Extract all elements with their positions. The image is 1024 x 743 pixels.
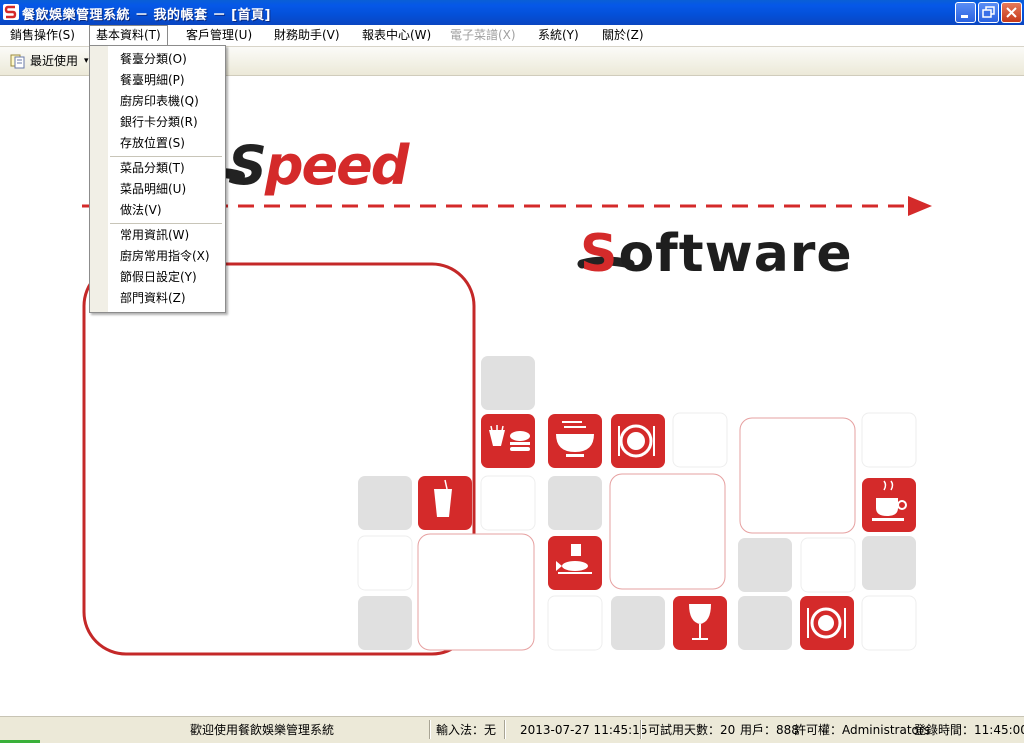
brand-speed: Speed	[228, 134, 410, 197]
restore-button[interactable]	[978, 2, 999, 23]
menu-item-department[interactable]: 部門資料(Z)	[120, 288, 186, 308]
title-bar: 餐飲娛樂管理系統 － 我的帳套 － [首頁]	[0, 0, 1024, 25]
status-permission: 許可權：Administrators	[794, 723, 931, 737]
status-trial-days: 可試用天數：20	[648, 723, 736, 737]
menu-sales[interactable]: 銷售操作(S)	[4, 25, 81, 45]
menu-system[interactable]: 系統(Y)	[532, 25, 585, 45]
menu-finance[interactable]: 財務助手(V)	[268, 25, 346, 45]
menu-item-table-detail[interactable]: 餐臺明細(P)	[120, 70, 185, 90]
menu-item-bank-card-category[interactable]: 銀行卡分類(R)	[120, 112, 198, 132]
minimize-button[interactable]	[955, 2, 976, 23]
brand-software: Software	[580, 224, 853, 284]
menu-item-table-category[interactable]: 餐臺分類(O)	[120, 49, 187, 69]
menu-reports[interactable]: 報表中心(W)	[356, 25, 437, 45]
status-ime: 輸入法：无	[436, 723, 497, 737]
menu-item-dish-detail[interactable]: 菜品明細(U)	[120, 179, 186, 199]
close-button[interactable]	[1001, 2, 1022, 23]
status-user: 用戶：888	[740, 723, 799, 737]
recent-documents-icon	[10, 54, 25, 69]
menu-separator	[110, 156, 222, 157]
menu-item-kitchen-commands[interactable]: 廚房常用指令(X)	[120, 246, 210, 266]
status-divider	[504, 720, 506, 739]
brand-software-s: S	[580, 224, 619, 284]
brand-speed-s: S	[228, 134, 267, 197]
chevron-down-icon[interactable]: ▾	[84, 52, 89, 70]
dropdown-gutter	[90, 46, 108, 312]
menu-item-kitchen-printer[interactable]: 廚房印表機(Q)	[120, 91, 199, 111]
status-welcome: 歡迎使用餐飲娛樂管理系統	[190, 723, 335, 737]
menu-item-common-info[interactable]: 常用資訊(W)	[120, 225, 189, 245]
status-bar: 歡迎使用餐飲娛樂管理系統 輸入法：无 2013-07-27 11:45:15 可…	[0, 716, 1024, 743]
status-datetime: 2013-07-27 11:45:15	[520, 723, 648, 737]
menu-bar: 銷售操作(S) 基本資料(T) 客戶管理(U) 財務助手(V) 報表中心(W) …	[0, 25, 1024, 47]
status-divider	[429, 720, 431, 739]
brand-software-rest: oftware	[618, 224, 853, 284]
menu-item-cooking-method[interactable]: 做法(V)	[120, 200, 162, 220]
status-divider	[640, 720, 642, 739]
menu-item-dish-category[interactable]: 菜品分類(T)	[120, 158, 185, 178]
brand-speed-rest: peed	[264, 134, 410, 197]
menu-item-storage-location[interactable]: 存放位置(S)	[120, 133, 185, 153]
basic-data-dropdown: 餐臺分類(O) 餐臺明細(P) 廚房印表機(Q) 銀行卡分類(R) 存放位置(S…	[89, 45, 226, 313]
menu-item-holiday-settings[interactable]: 節假日設定(Y)	[120, 267, 197, 287]
menu-e-menu[interactable]: 電子菜譜(X)	[444, 25, 522, 45]
menu-customer[interactable]: 客戶管理(U)	[180, 25, 258, 45]
menu-about[interactable]: 關於(Z)	[596, 25, 650, 45]
window-title: 餐飲娛樂管理系統 － 我的帳套 － [首頁]	[22, 8, 271, 23]
recent-label: 最近使用	[30, 54, 79, 68]
status-login-time: 登錄時間：11:45:00	[914, 723, 1024, 737]
recent-button[interactable]: 最近使用 ▾	[10, 52, 89, 70]
menu-separator	[110, 223, 222, 224]
menu-basic-data[interactable]: 基本資料(T)	[89, 25, 168, 45]
app-logo-icon	[3, 4, 19, 20]
